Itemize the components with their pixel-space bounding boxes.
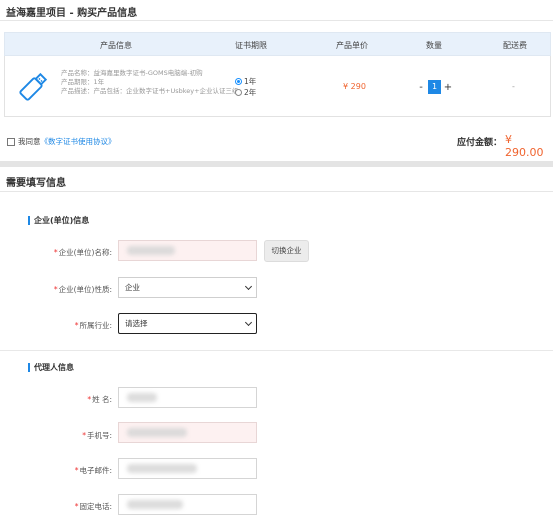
redacted-text [127,500,183,509]
landline-field[interactable] [118,494,257,515]
phone-field[interactable] [118,422,257,443]
company-name-field[interactable] [118,240,257,261]
title-divider [0,20,553,21]
product-name: 产品名称：益海嘉里数字证书-GOMS电脑端-初购 [61,69,203,77]
required-mark: * [53,285,58,294]
period-option-label: 1年 [244,77,257,86]
landline-label: *固定电话: [0,501,112,512]
phone-label: *手机号: [0,430,112,441]
page-title: 益海嘉里项目 - 购买产品信息 [6,8,138,19]
agreement-row: 我同意 《数字证书使用协议》 [7,136,116,147]
landline-label-text: 固定电话: [79,502,112,511]
agent-name-label-text: 姓 名: [92,395,112,404]
quantity-increase-button[interactable]: + [443,81,453,94]
header-cert-period: 证书期限 [235,41,267,50]
product-table-header [4,32,551,56]
agree-checkbox[interactable] [7,137,15,146]
company-type-label: *企业(单位)性质: [0,284,112,295]
chevron-down-icon [244,282,253,291]
period-option-2y[interactable]: 2年 [235,87,256,98]
product-period: 产品期限：1年 [61,78,105,86]
required-mark: * [74,466,79,475]
period-option-label: 2年 [244,88,257,97]
redacted-text [127,246,175,255]
subsection-divider [0,350,553,351]
agent-name-label: *姓 名: [0,394,112,405]
total-amount: ¥ 290.00 [505,133,544,159]
agent-name-field[interactable] [118,387,257,408]
redacted-text [127,393,157,402]
required-mark: * [74,502,79,511]
total-label: 应付金额： [457,138,503,148]
period-option-1y[interactable]: 1年 [235,76,256,87]
company-name-label-text: 企业(单位)名称: [58,248,112,257]
email-field[interactable] [118,458,257,479]
product-description: 产品描述：产品包括：企业数字证书+Usbkey+企业认证三级 [61,87,239,95]
company-type-label-text: 企业(单位)性质: [58,285,112,294]
industry-label: *所属行业: [0,320,112,331]
unit-price: ¥ 290 [343,82,366,91]
company-type-select[interactable]: 企业 [118,277,257,298]
company-type-value: 企业 [125,283,140,292]
phone-label-text: 手机号: [86,431,112,440]
required-mark: * [74,321,79,330]
header-product-info: 产品信息 [100,41,132,50]
section-title: 需要填写信息 [6,178,66,189]
header-unit-price: 产品单价 [336,41,368,50]
radio-unselected-icon[interactable] [235,89,242,96]
company-info-title: 企业(单位)信息 [28,216,89,225]
industry-value: 请选择 [125,319,148,328]
email-label-text: 电子邮件: [79,466,112,475]
section-divider [0,161,553,167]
delivery-fee: - [512,82,515,91]
agree-label: 我同意 [18,137,41,146]
header-delivery-fee: 配送费 [503,41,527,50]
header-quantity: 数量 [426,41,442,50]
redacted-text [127,428,187,437]
chevron-down-icon [244,318,253,327]
quantity-value[interactable]: 1 [428,80,441,94]
industry-label-text: 所属行业: [79,321,112,330]
quantity-decrease-button[interactable]: - [416,81,426,94]
email-label: *电子邮件: [0,465,112,476]
industry-select[interactable]: 请选择 [118,313,257,334]
switch-company-button[interactable]: 切换企业 [264,240,309,262]
agreement-link[interactable]: 《数字证书使用协议》 [41,136,116,147]
required-mark: * [82,431,86,440]
radio-selected-icon[interactable] [235,78,242,85]
agent-info-title: 代理人信息 [28,363,74,372]
usb-key-icon [19,72,48,101]
redacted-text [127,464,197,473]
section-title-divider [0,191,553,192]
product-info: 产品名称：益海嘉里数字证书-GOMS电脑端-初购 产品期限：1年 产品描述：产品… [61,69,239,96]
company-name-label: *企业(单位)名称: [0,247,112,258]
required-mark: * [53,248,58,257]
required-mark: * [87,395,92,404]
